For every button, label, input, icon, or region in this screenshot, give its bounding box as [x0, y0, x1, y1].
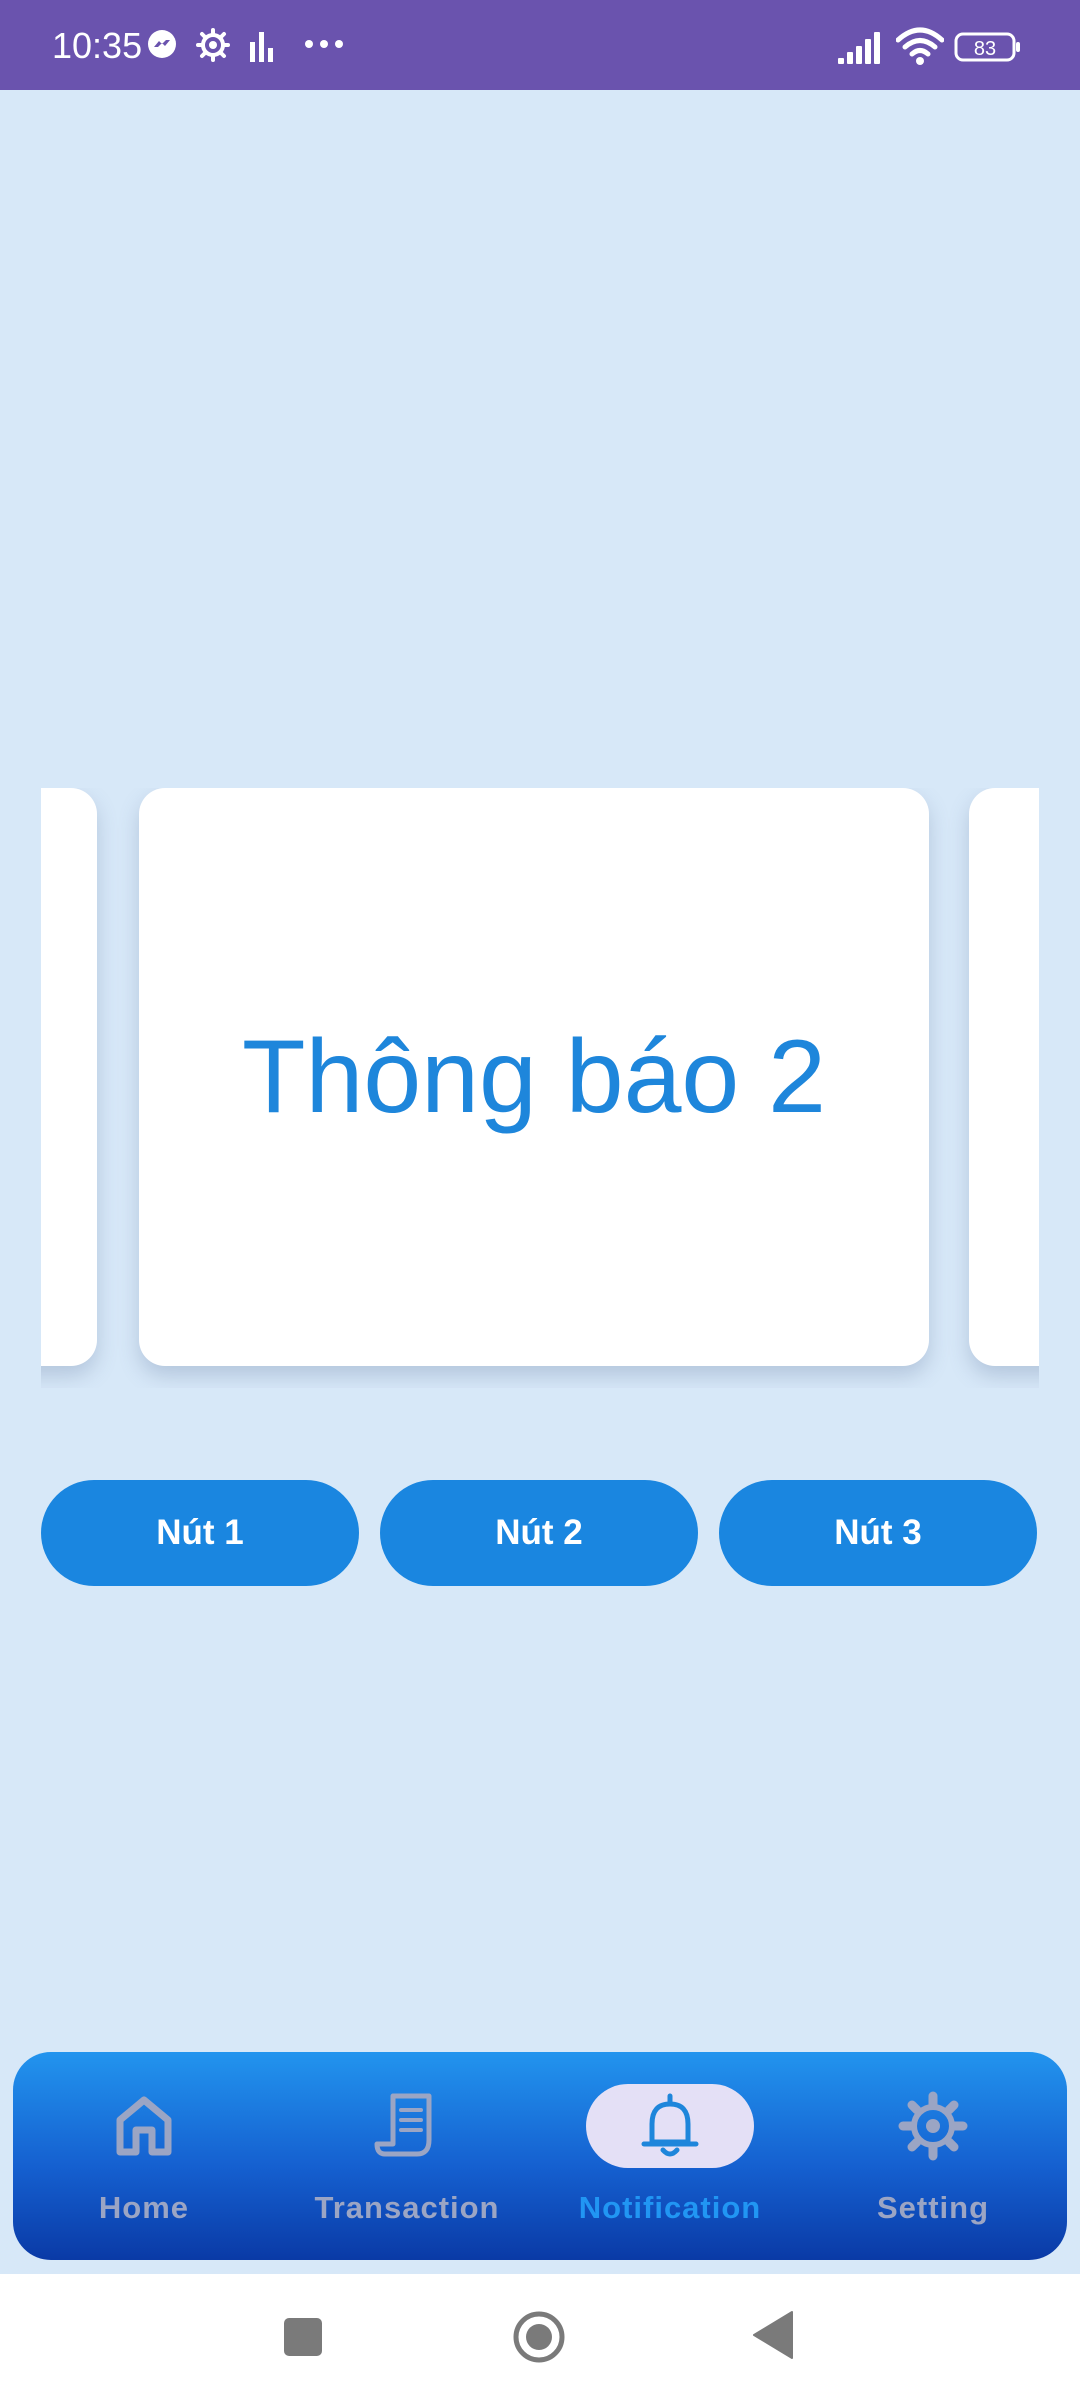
button-3[interactable]: Nút 3	[719, 1480, 1037, 1586]
nav-label-transaction: Transaction	[314, 2190, 500, 2225]
home-circle-icon[interactable]	[512, 2310, 566, 2364]
button-1[interactable]: Nút 1	[41, 1480, 359, 1586]
status-bar: 10:35 83	[0, 0, 1080, 90]
nav-item-setting[interactable]: Setting	[802, 2052, 1064, 2260]
nav-label-setting: Setting	[876, 2190, 990, 2225]
nav-item-notification[interactable]: Notification	[539, 2052, 801, 2260]
nav-label-home: Home	[98, 2190, 190, 2225]
notification-carousel[interactable]: Thông báo 2	[41, 788, 1039, 1388]
nav-item-transaction[interactable]: Transaction	[276, 2052, 538, 2260]
messenger-icon	[148, 30, 176, 58]
carousel-card-current[interactable]: Thông báo 2	[139, 788, 929, 1366]
wifi-icon	[896, 27, 944, 65]
recents-icon[interactable]	[284, 2318, 322, 2356]
carousel-card-next[interactable]	[969, 788, 1039, 1366]
system-navigation-bar	[0, 2274, 1080, 2400]
status-time: 10:35	[52, 25, 143, 66]
more-icon	[305, 40, 343, 48]
card-title: Thông báo 2	[241, 1018, 827, 1135]
signal-icon	[838, 32, 880, 64]
chart-icon	[250, 32, 273, 62]
gear-icon	[196, 28, 230, 62]
nav-item-home[interactable]: Home	[13, 2052, 275, 2260]
gear-icon	[898, 2091, 968, 2161]
bottom-navigation: Home Transaction Notification Setting	[13, 2052, 1067, 2260]
button-2[interactable]: Nút 2	[380, 1480, 698, 1586]
receipt-icon	[374, 2093, 432, 2157]
carousel-card-previous[interactable]	[41, 788, 97, 1366]
bell-icon	[641, 2093, 699, 2157]
battery-level: 83	[973, 38, 997, 60]
home-icon	[116, 2096, 172, 2156]
nav-label-notification: Notification	[578, 2190, 762, 2225]
back-icon[interactable]	[752, 2310, 794, 2360]
